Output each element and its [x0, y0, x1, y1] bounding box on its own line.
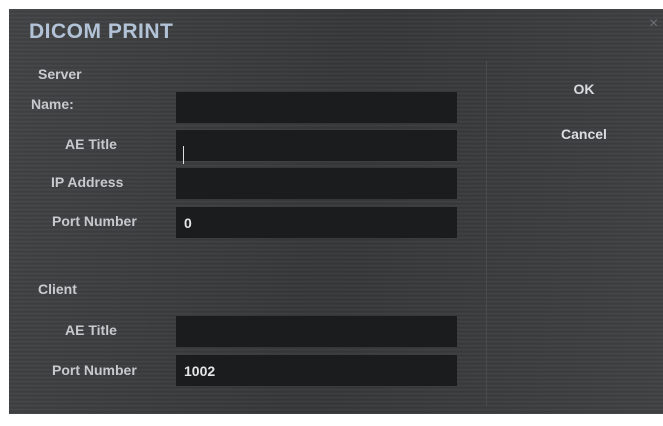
server-ae-title-input[interactable] — [176, 130, 457, 161]
client-port-number-input[interactable] — [176, 355, 457, 386]
server-ip-address-input[interactable] — [176, 168, 457, 199]
dialog-title: DICOM PRINT — [29, 20, 174, 43]
server-name-label: Name: — [31, 96, 74, 112]
ok-button[interactable]: OK — [524, 77, 644, 99]
server-name-input[interactable] — [176, 92, 457, 123]
server-port-number-label: Port Number — [52, 213, 137, 229]
server-port-number-input[interactable] — [176, 207, 457, 238]
cancel-button[interactable]: Cancel — [524, 122, 644, 144]
server-ip-address-label: IP Address — [51, 174, 124, 190]
dicom-print-dialog: DICOM PRINT × Server Name: AE Title IP A… — [9, 9, 663, 414]
client-section-label: Client — [38, 281, 77, 297]
server-ae-title-label: AE Title — [65, 136, 117, 152]
divider — [486, 61, 487, 406]
client-port-number-label: Port Number — [52, 362, 137, 378]
client-ae-title-label: AE Title — [65, 322, 117, 338]
close-icon[interactable]: × — [649, 16, 661, 32]
text-caret — [183, 146, 184, 164]
server-section-label: Server — [38, 66, 82, 82]
client-ae-title-input[interactable] — [176, 316, 457, 347]
